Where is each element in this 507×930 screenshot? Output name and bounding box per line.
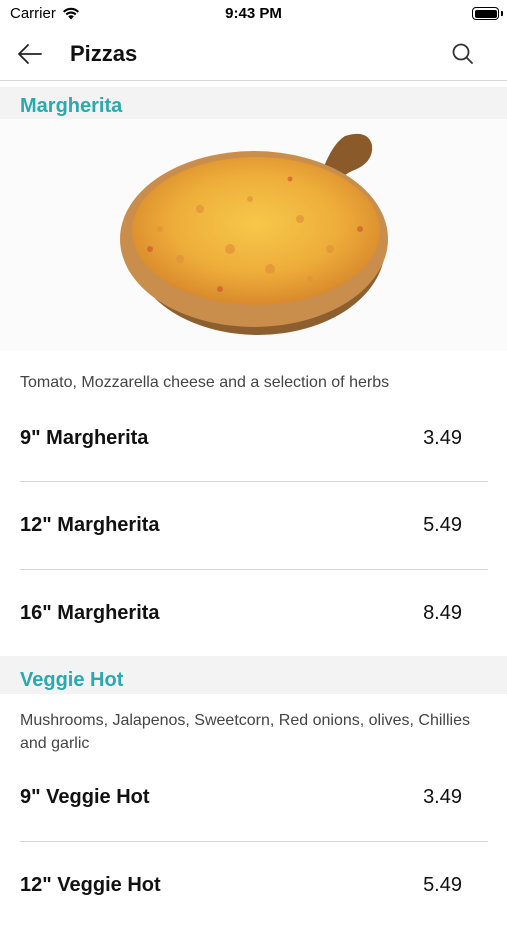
- battery-cap: [501, 11, 503, 16]
- status-time: 9:43 PM: [225, 5, 282, 22]
- back-button[interactable]: [14, 40, 46, 68]
- item-description: Tomato, Mozzarella cheese and a selectio…: [20, 374, 390, 391]
- list-item[interactable]: 16" Margherita 8.49: [20, 570, 488, 658]
- item-price: 8.49: [423, 602, 462, 624]
- list-item[interactable]: 9" Veggie Hot 3.49: [20, 755, 488, 843]
- item-description: Mushrooms, Jalapenos, Sweetcorn, Red oni…: [20, 712, 470, 752]
- item-name: 9" Margherita: [20, 427, 149, 449]
- list-item[interactable]: 12" Veggie Hot 5.49: [20, 842, 488, 930]
- section-title: Margherita: [20, 95, 123, 117]
- item-price: 5.49: [423, 514, 462, 536]
- section-header-veggie-hot: Veggie Hot: [0, 656, 507, 694]
- item-price: 3.49: [423, 427, 462, 449]
- page-title: Pizzas: [70, 41, 138, 66]
- search-icon: [452, 43, 473, 64]
- item-name: 9" Veggie Hot: [20, 786, 150, 808]
- search-button[interactable]: [449, 40, 477, 68]
- status-bar: Carrier 9:43 PM: [0, 0, 507, 30]
- item-name: 12" Margherita: [20, 514, 160, 536]
- item-name: 12" Veggie Hot: [20, 874, 161, 896]
- section-title: Veggie Hot: [20, 669, 124, 691]
- pizza-image: [0, 119, 507, 351]
- navigation-bar: Pizzas: [0, 30, 507, 81]
- item-price: 5.49: [423, 874, 462, 896]
- list-item[interactable]: 9" Margherita 3.49: [20, 394, 488, 482]
- list-item[interactable]: 12" Margherita 5.49: [20, 482, 488, 570]
- item-name: 16" Margherita: [20, 602, 160, 624]
- item-price: 3.49: [423, 786, 462, 808]
- arrow-left-icon: [18, 44, 42, 64]
- pizza-photo: [120, 133, 388, 335]
- battery-icon: [472, 7, 499, 20]
